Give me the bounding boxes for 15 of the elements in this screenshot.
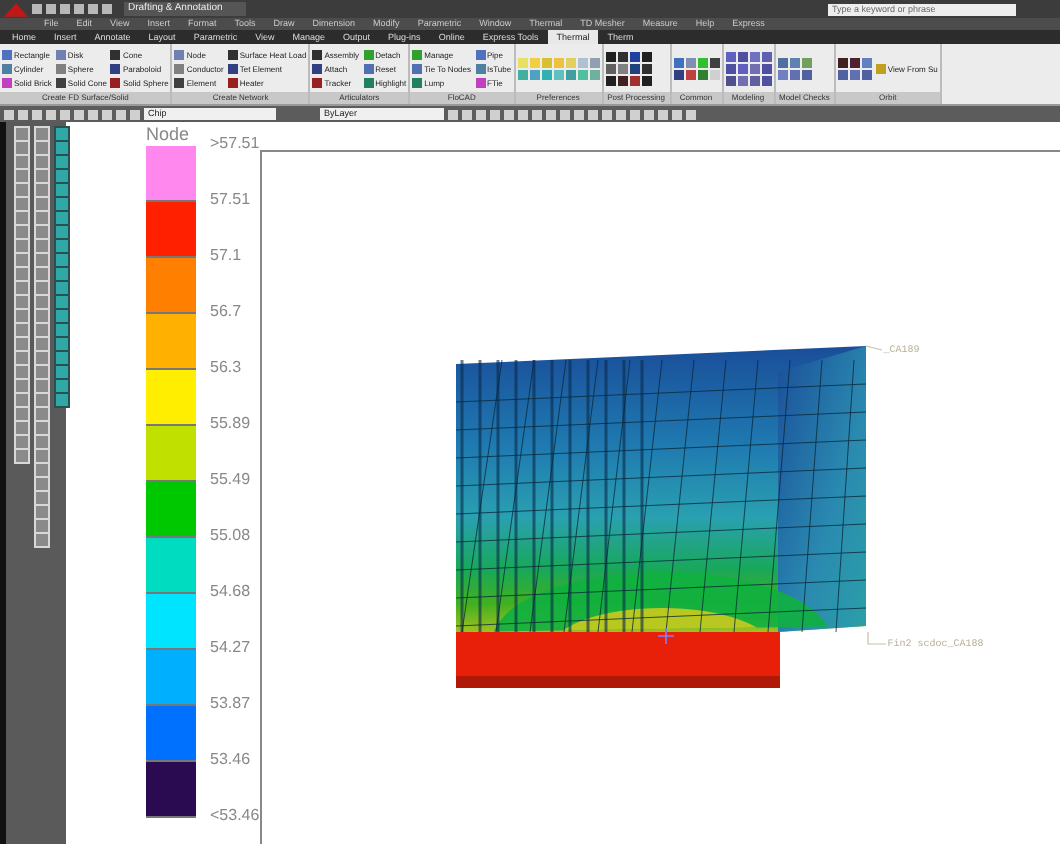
legend-title: Node — [146, 122, 190, 146]
legend-value: >57.51 — [210, 134, 260, 152]
legend-value: 56.3 — [210, 358, 242, 376]
legend-value: <53.46 — [210, 806, 260, 824]
legend-value: 57.1 — [210, 246, 242, 264]
legend-value: 53.46 — [210, 750, 251, 768]
crosshair-icon — [657, 628, 674, 644]
legend-value: 55.08 — [210, 526, 251, 544]
legend-value: 53.87 — [210, 694, 251, 712]
legend-value: 55.89 — [210, 414, 251, 432]
legend-value: 54.27 — [210, 638, 251, 656]
legend-value: 57.51 — [210, 190, 251, 208]
legend-value: 54.68 — [210, 582, 251, 600]
legend-value: 56.7 — [210, 302, 242, 320]
legend-value: 55.49 — [210, 470, 251, 488]
